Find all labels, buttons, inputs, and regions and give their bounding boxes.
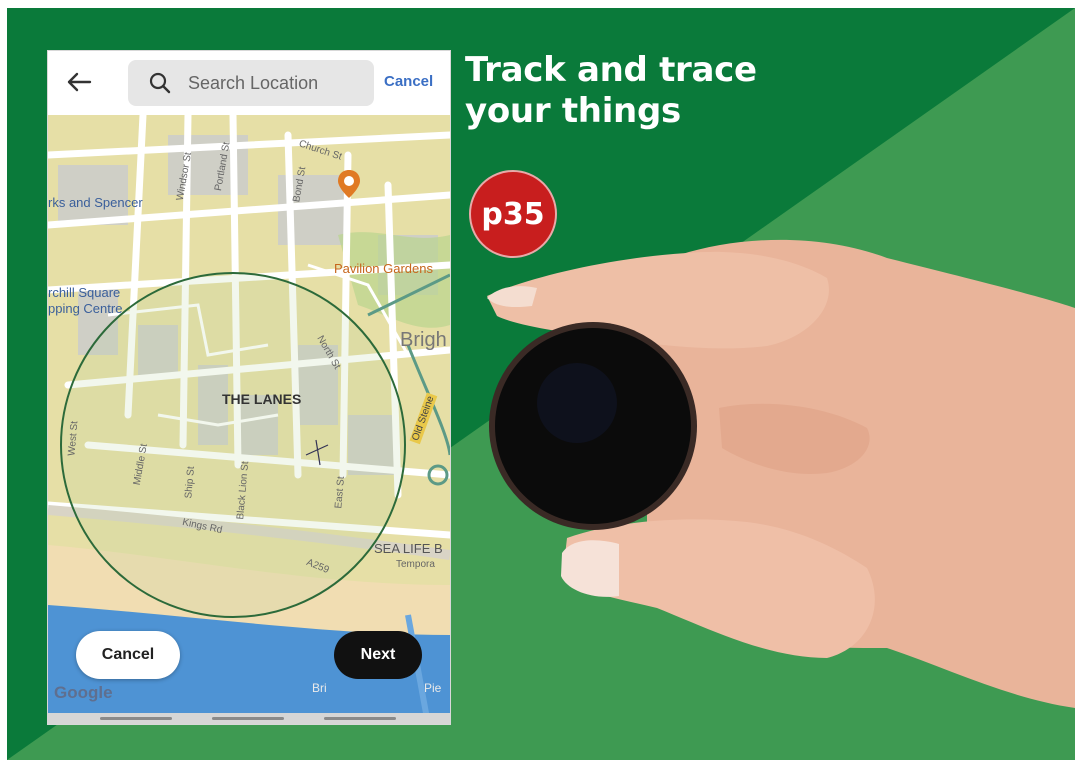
top-cancel-link[interactable]: Cancel <box>384 73 433 90</box>
map-label-brighton: Brigh <box>400 329 447 351</box>
map-label-bri: Bri <box>312 681 327 695</box>
magnifier-icon <box>148 70 174 96</box>
nav-pill[interactable] <box>212 717 284 720</box>
food-pin-icon[interactable] <box>336 169 362 199</box>
back-button[interactable] <box>62 65 96 99</box>
map-label-churchill: rchill Square <box>48 285 121 300</box>
top-bar: Cancel <box>48 51 450 115</box>
arrow-left-icon <box>67 72 92 92</box>
map-label-pavilion: Pavilion Gardens <box>334 261 433 276</box>
google-attribution: Google <box>54 683 113 702</box>
cancel-button[interactable]: Cancel <box>76 631 180 679</box>
search-bar[interactable] <box>128 60 374 106</box>
search-input[interactable] <box>186 71 360 95</box>
home-indicator-bar <box>48 713 450 724</box>
map-label-temporary: Tempora <box>396 559 435 570</box>
nav-pill[interactable] <box>100 717 172 720</box>
map-label-the-lanes: THE LANES <box>222 391 302 407</box>
map-label-marks: rks and Spencer <box>48 195 143 210</box>
map-label-sea-life: SEA LIFE B <box>374 541 443 556</box>
phone-screen: Cancel <box>47 50 451 725</box>
next-button[interactable]: Next <box>334 631 422 679</box>
map-label-centre: pping Centre <box>48 301 123 316</box>
ad-panel: Track and trace your things p35 Search L… <box>7 8 1075 760</box>
map-label-pier: Pie <box>424 681 442 695</box>
nav-pill[interactable] <box>324 717 396 720</box>
